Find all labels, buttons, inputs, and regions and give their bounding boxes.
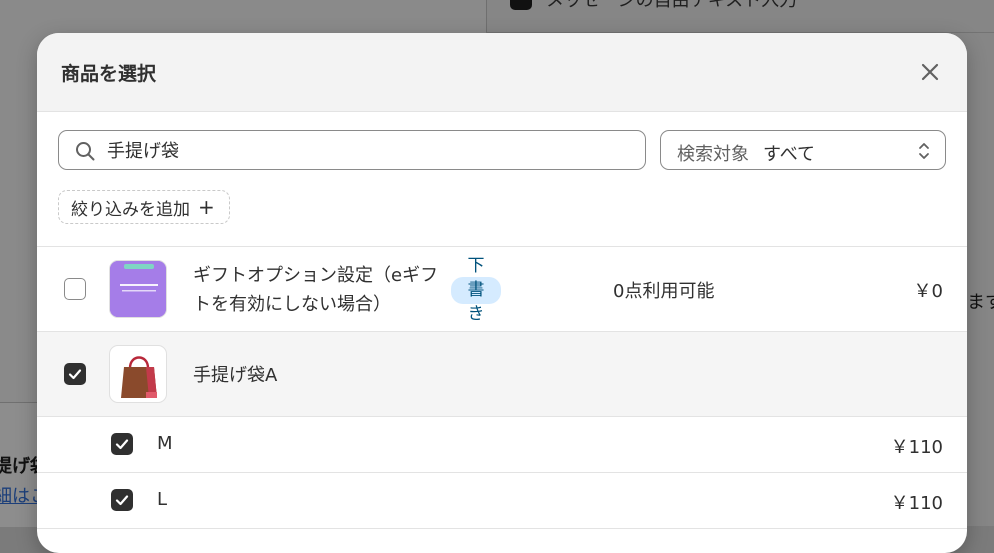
search-scope-value: すべて [763, 144, 816, 165]
product-stock: 0点利用可能 [613, 281, 715, 302]
checkmark-icon [115, 439, 129, 450]
checkmark-icon [115, 495, 129, 506]
close-icon [921, 63, 939, 81]
variant-row[interactable]: M ￥110 [37, 417, 967, 473]
product-price: ￥0 [913, 281, 943, 302]
status-badge-label: 下書き [467, 256, 485, 324]
filter-row: 絞り込みを追加 + [37, 182, 967, 247]
product-select-modal: 商品を選択 検索対象 すべて 絞り込みを追加 + [37, 33, 967, 553]
variant-checkbox[interactable] [111, 489, 133, 511]
shopping-bag-thumbnail [109, 345, 167, 403]
variant-name: M [157, 433, 173, 454]
product-title: 手提げ袋A [193, 365, 278, 386]
product-checkbox[interactable] [64, 278, 86, 300]
product-row[interactable]: 手提げ袋A [37, 332, 967, 417]
modal-header: 商品を選択 [37, 33, 967, 112]
product-title: ギフトオプション設定（eギフトを有効にしない場合） [193, 265, 439, 315]
background-right-text: ます [967, 292, 994, 313]
modal-title: 商品を選択 [61, 63, 157, 85]
variant-price: ￥110 [890, 437, 943, 458]
search-field[interactable] [58, 130, 646, 170]
status-badge: 下書き [451, 256, 501, 324]
variant-row[interactable]: L ￥110 [37, 473, 967, 529]
search-row: 検索対象 すべて [37, 112, 967, 182]
shopping-bag-image [121, 356, 157, 398]
search-icon [76, 142, 95, 161]
checkmark-icon [68, 369, 82, 380]
background-option-text: メッセージの自由テキスト入力 [546, 0, 798, 11]
search-scope-label: 検索対象 [677, 144, 749, 165]
gift-thumbnail-image [110, 261, 166, 317]
select-updown-icon [919, 143, 929, 159]
variant-name: L [157, 489, 168, 510]
search-scope-select[interactable]: 検索対象 すべて [660, 130, 946, 170]
add-filter-button[interactable]: 絞り込みを追加 + [58, 190, 230, 224]
product-checkbox[interactable] [64, 363, 86, 385]
product-row[interactable]: ギフトオプション設定（eギフトを有効にしない場合） 下書き 0点利用可能 ￥0 [37, 247, 967, 332]
close-button[interactable] [917, 59, 943, 85]
variant-price: ￥110 [890, 493, 943, 514]
search-input[interactable] [107, 138, 627, 162]
gift-option-thumbnail [109, 260, 167, 318]
background-checkbox [510, 0, 532, 10]
plus-icon: + [198, 195, 215, 219]
add-filter-label: 絞り込みを追加 [71, 199, 190, 220]
variant-checkbox[interactable] [111, 433, 133, 455]
